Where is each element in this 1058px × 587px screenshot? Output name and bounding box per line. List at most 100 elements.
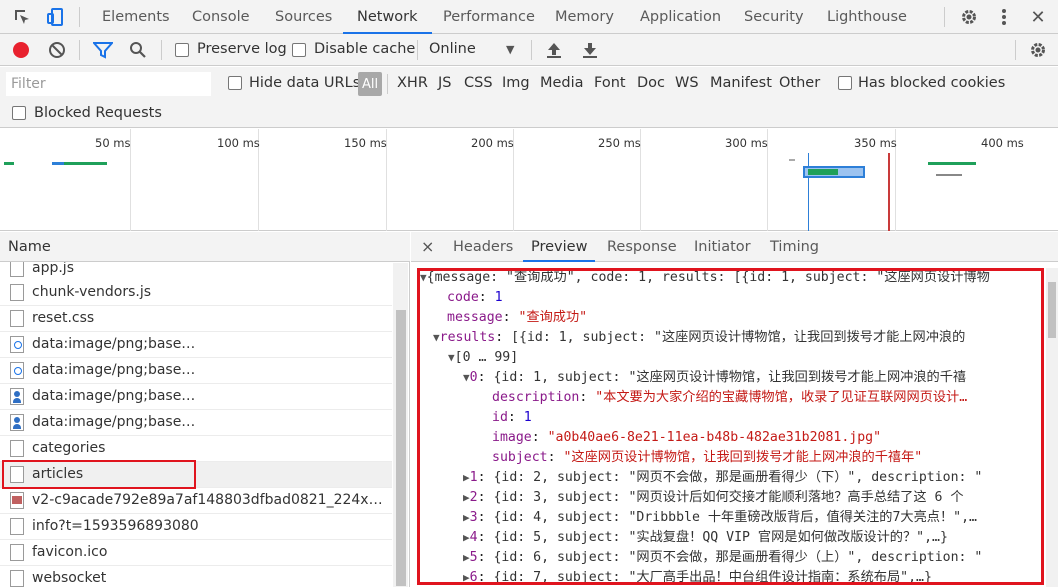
has-blocked-cookies-checkbox[interactable] <box>838 76 852 90</box>
request-bar <box>808 169 838 175</box>
filter-type-img[interactable]: Img <box>502 75 530 91</box>
avatar-image-icon <box>10 414 24 431</box>
tab-timing[interactable]: Timing <box>770 232 819 262</box>
request-row[interactable]: v2-c9acade792e89a7af148803dfbad0821_224x… <box>0 488 392 514</box>
request-bar <box>936 174 962 176</box>
filter-type-all[interactable]: All <box>358 72 382 96</box>
inspect-element-icon[interactable] <box>11 6 33 28</box>
image-file-icon <box>10 336 24 353</box>
load-event-line <box>888 153 890 231</box>
avatar-image-icon <box>10 388 24 405</box>
request-bar <box>52 162 64 165</box>
blocked-requests-label: Blocked Requests <box>34 105 162 121</box>
dom-content-loaded-line <box>808 153 809 231</box>
gear-icon[interactable] <box>958 6 980 28</box>
request-row[interactable]: reset.css <box>0 306 392 332</box>
tab-security[interactable]: Security <box>744 0 804 34</box>
has-blocked-cookies-label: Has blocked cookies <box>858 75 1006 91</box>
filter-type-js[interactable]: JS <box>438 75 451 91</box>
filter-type-ws[interactable]: WS <box>675 75 699 91</box>
hide-data-urls-label: Hide data URLs <box>249 75 361 91</box>
request-row[interactable]: chunk-vendors.js <box>0 280 392 306</box>
tab-network[interactable]: Network <box>343 0 432 34</box>
request-name: data:image/png;base… <box>32 388 196 404</box>
file-icon <box>10 260 24 277</box>
disable-cache-checkbox[interactable] <box>292 43 306 57</box>
highlight-box-articles <box>2 460 196 489</box>
filter-type-other[interactable]: Other <box>779 75 820 91</box>
export-har-icon[interactable] <box>581 40 599 60</box>
time-label: 100 ms <box>217 136 260 150</box>
filter-type-doc[interactable]: Doc <box>637 75 665 91</box>
request-row[interactable]: data:image/png;base… <box>0 332 392 358</box>
time-label: 200 ms <box>471 136 514 150</box>
request-name: reset.css <box>32 310 95 326</box>
separator <box>387 74 388 94</box>
request-row[interactable]: favicon.ico <box>0 540 392 566</box>
clear-icon[interactable] <box>48 41 66 59</box>
highlight-box-preview <box>417 268 1044 585</box>
import-har-icon[interactable] <box>545 40 563 60</box>
blocked-requests-checkbox[interactable] <box>12 106 26 120</box>
close-detail-icon[interactable]: × <box>421 232 434 262</box>
tab-sources[interactable]: Sources <box>275 0 332 34</box>
name-column-header[interactable]: Name <box>0 232 410 262</box>
file-icon <box>10 284 24 301</box>
tab-performance[interactable]: Performance <box>443 0 535 34</box>
separator <box>944 7 945 27</box>
blocked-requests-row: Blocked Requests <box>0 101 1058 128</box>
filter-type-media[interactable]: Media <box>540 75 584 91</box>
request-row[interactable]: categories <box>0 436 392 462</box>
tab-elements[interactable]: Elements <box>102 0 170 34</box>
image-file-icon <box>10 362 24 379</box>
search-icon[interactable] <box>129 41 147 59</box>
filter-type-font[interactable]: Font <box>594 75 626 91</box>
tab-application[interactable]: Application <box>640 0 721 34</box>
network-settings-gear-icon[interactable] <box>1029 41 1047 59</box>
separator <box>79 40 80 60</box>
preview-scrollbar-thumb[interactable] <box>1048 282 1056 338</box>
separator <box>531 40 532 60</box>
request-name: info?t=1593596893080 <box>32 518 199 534</box>
tab-console[interactable]: Console <box>192 0 250 34</box>
devtools-tabbar: Elements Console Sources Network Perform… <box>0 0 1058 34</box>
separator <box>1015 40 1016 60</box>
thumbnail-image-icon <box>10 492 24 509</box>
request-name: app.js <box>32 260 74 276</box>
network-overview[interactable]: 50 ms 100 ms 150 ms 200 ms 250 ms 300 ms… <box>0 129 1058 231</box>
file-icon <box>10 310 24 327</box>
request-row[interactable]: data:image/png;base… <box>0 384 392 410</box>
tab-lighthouse[interactable]: Lighthouse <box>827 0 907 34</box>
filter-type-css[interactable]: CSS <box>464 75 493 91</box>
hide-data-urls-checkbox[interactable] <box>228 76 242 90</box>
time-label: 250 ms <box>598 136 641 150</box>
preserve-log-label: Preserve log <box>197 41 287 57</box>
time-label: 300 ms <box>725 136 768 150</box>
request-row[interactable]: data:image/png;base… <box>0 410 392 436</box>
tab-memory[interactable]: Memory <box>555 0 614 34</box>
preserve-log-checkbox[interactable] <box>175 43 189 57</box>
request-bar <box>928 162 976 165</box>
filter-type-manifest[interactable]: Manifest <box>710 75 772 91</box>
device-toolbar-icon[interactable] <box>45 6 67 28</box>
tab-response[interactable]: Response <box>607 232 677 262</box>
request-list-scrollbar-thumb[interactable] <box>396 310 406 586</box>
request-row[interactable]: info?t=1593596893080 <box>0 514 392 540</box>
request-name: chunk-vendors.js <box>32 284 152 300</box>
record-button[interactable] <box>13 42 29 58</box>
file-icon <box>10 570 24 587</box>
filter-type-xhr[interactable]: XHR <box>397 75 428 91</box>
more-vertical-icon[interactable] <box>993 6 1015 28</box>
throttle-select[interactable]: Online <box>429 41 476 57</box>
file-icon <box>10 544 24 561</box>
tab-initiator[interactable]: Initiator <box>694 232 751 262</box>
close-devtools-icon[interactable]: ✕ <box>1027 6 1049 28</box>
tab-preview[interactable]: Preview <box>523 232 596 262</box>
tab-headers[interactable]: Headers <box>453 232 513 262</box>
request-row[interactable]: websocket <box>0 566 392 587</box>
filter-input[interactable] <box>6 72 211 96</box>
filter-icon[interactable] <box>91 41 115 59</box>
dropdown-arrow-icon[interactable]: ▼ <box>506 43 514 56</box>
request-row[interactable]: data:image/png;base… <box>0 358 392 384</box>
filter-bar: Hide data URLs XHR JS CSS Img Media Font… <box>0 67 1058 101</box>
